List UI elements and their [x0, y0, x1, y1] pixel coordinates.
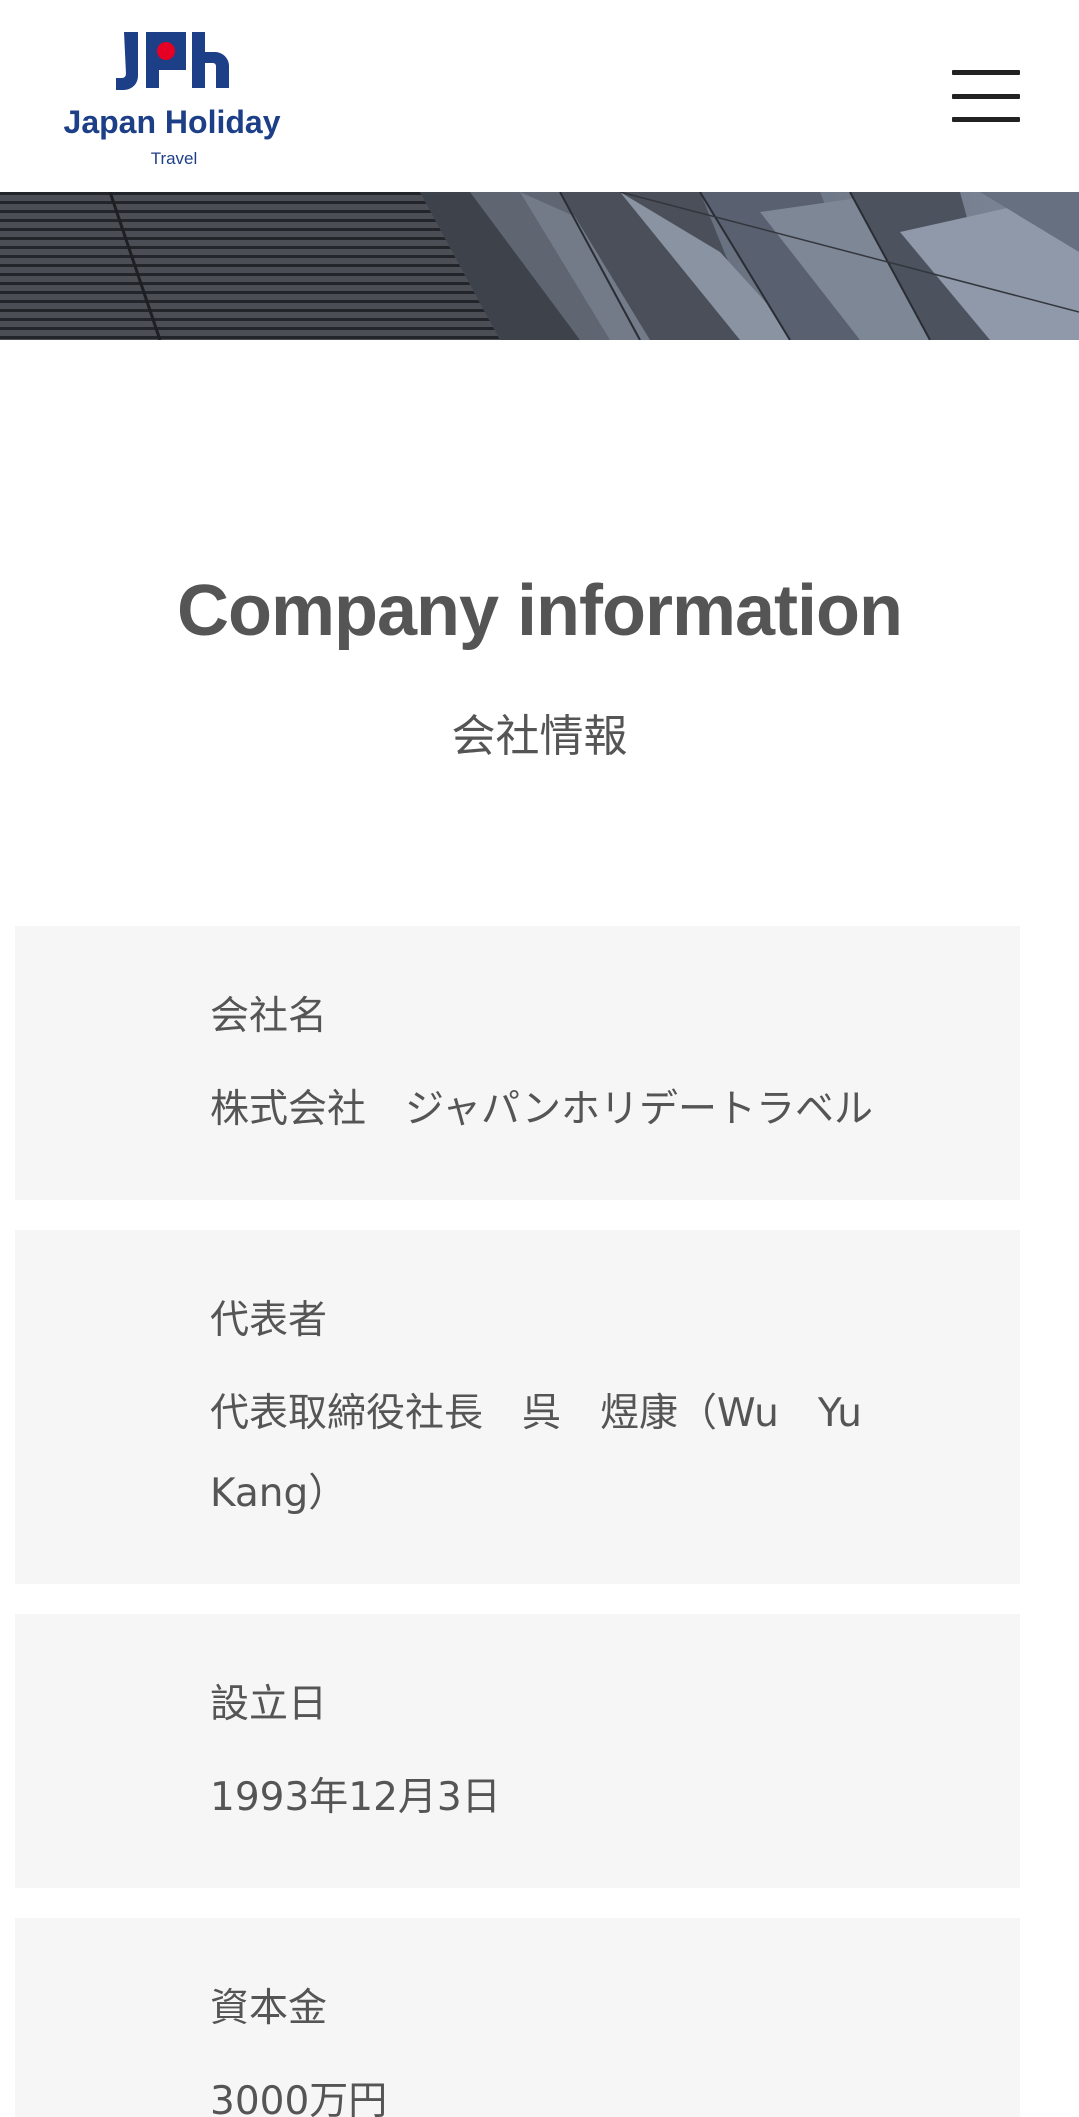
- hero-banner: [0, 192, 1079, 340]
- logo-tagline: Travel: [151, 149, 198, 168]
- hero-facade-image: [0, 192, 1079, 340]
- info-label: 代表者: [210, 1298, 328, 1343]
- logo-mark: Japan Holiday Travel: [64, 32, 281, 168]
- info-label: 会社名: [210, 994, 328, 1039]
- menu-button[interactable]: [952, 70, 1020, 122]
- info-value: 株式会社 ジャパンホリデートラベル: [210, 1087, 874, 1132]
- info-row-capital: 資本金 3000万円: [15, 1918, 1020, 2117]
- info-row-established: 設立日 1993年12月3日: [15, 1614, 1020, 1888]
- page: Japan Holiday Travel Company information…: [0, 0, 1079, 2117]
- page-subtitle: 会社情報: [451, 711, 628, 762]
- logo-brand-name: Japan Holiday: [64, 104, 281, 140]
- info-row-company-name: 会社名 株式会社 ジャパンホリデートラベル: [15, 926, 1020, 1200]
- page-title: Company information: [176, 571, 903, 651]
- info-row-representative: 代表者 代表取締役社長 呉 煜康（Wu Yu Kang）: [15, 1230, 1020, 1584]
- site-header: Japan Holiday Travel: [0, 0, 1079, 192]
- info-value: 代表取締役社長 呉 煜康（Wu Yu Kang）: [210, 1391, 862, 1516]
- info-label: 資本金: [210, 1986, 328, 2031]
- info-value: 3000万円: [210, 2079, 388, 2117]
- info-label: 設立日: [210, 1682, 328, 1727]
- company-info-list: 会社名 株式会社 ジャパンホリデートラベル 代表者 代表取締役社長 呉 煜康（W…: [15, 926, 1020, 2117]
- info-value: 1993年12月3日: [210, 1775, 501, 1820]
- logo[interactable]: Japan Holiday Travel: [64, 28, 284, 172]
